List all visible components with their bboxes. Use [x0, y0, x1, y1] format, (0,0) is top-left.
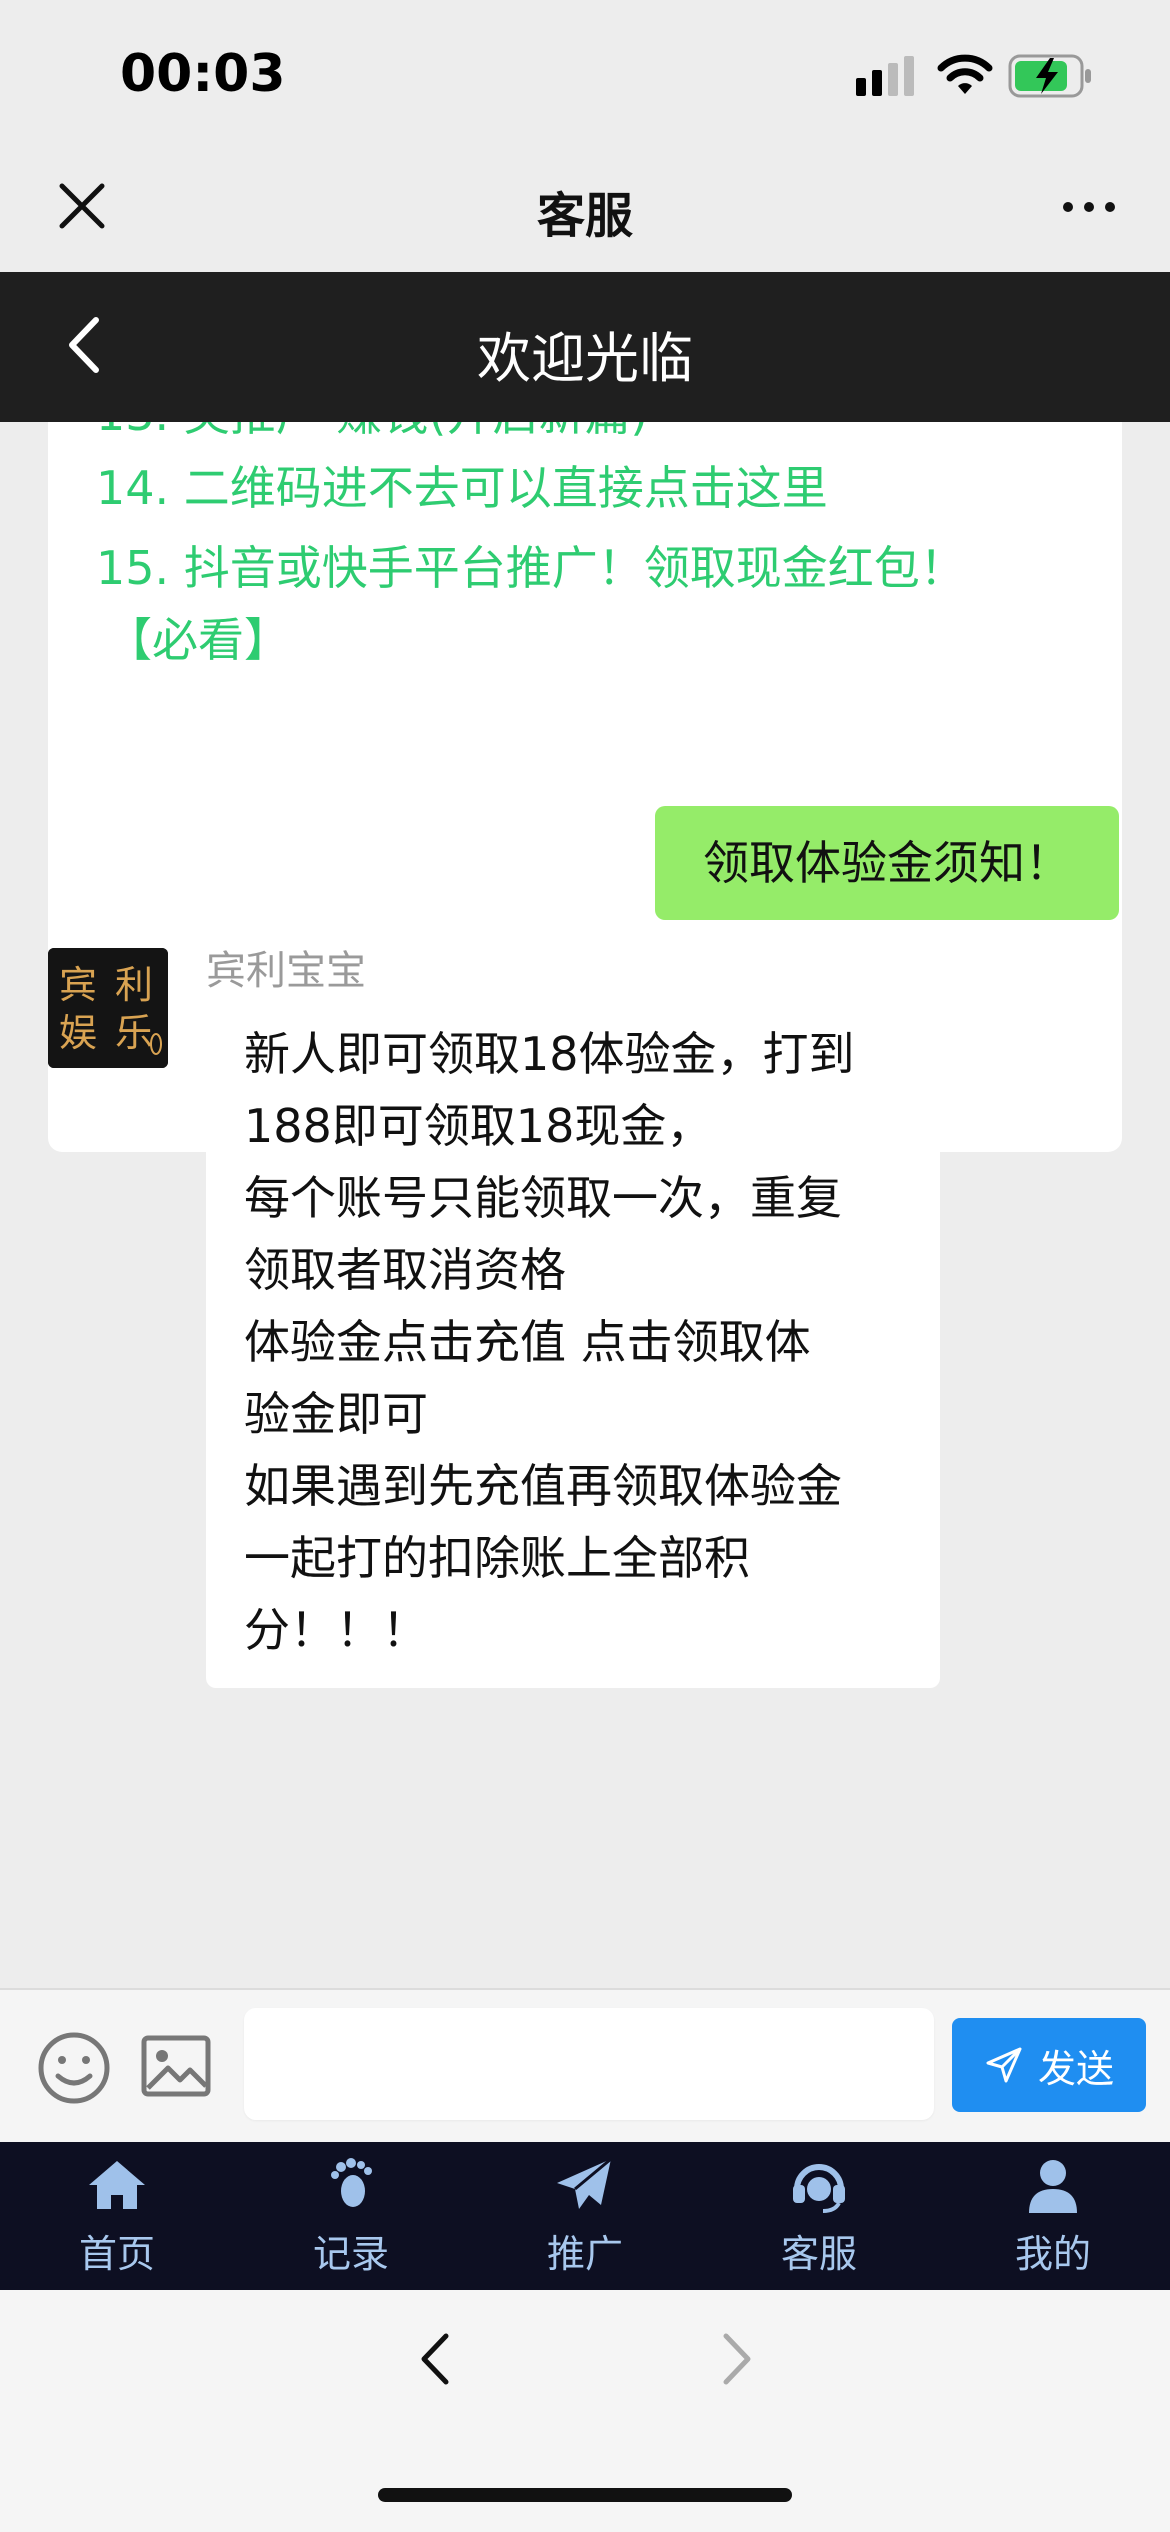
tab-label: 记录: [312, 2231, 389, 2276]
tab-me[interactable]: 我的: [936, 2142, 1170, 2290]
chat-area[interactable]: 13. 英推广 赚钱(开启新篇) 14. 二维码进不去可以直接点击这里 15. …: [0, 422, 1170, 1988]
home-indicator: [378, 2488, 792, 2502]
tab-label: 我的: [1014, 2231, 1091, 2276]
wechat-title: 客服: [536, 188, 633, 244]
send-arrow-icon: [986, 2047, 1022, 2083]
tab-home[interactable]: 首页: [0, 2142, 234, 2290]
incoming-message-text: 新人即可领取18体验金，打到 188即可领取18现金， 每个账号只能领取一次，重…: [244, 1027, 855, 1657]
user-icon: [1029, 2159, 1077, 2213]
menu-item-13-partial[interactable]: 13. 英推广 赚钱(开启新篇): [96, 422, 1056, 450]
footprint-icon: [331, 2157, 372, 2207]
avatar-char: 利: [115, 963, 153, 1007]
page-title: 欢迎光临: [477, 327, 693, 390]
tab-records[interactable]: 记录: [234, 2142, 468, 2290]
menu-item-14[interactable]: 14. 二维码进不去可以直接点击这里: [96, 452, 1056, 524]
menu-item-15-tag[interactable]: 【必看】: [106, 604, 1066, 676]
image-icon[interactable]: [140, 2034, 212, 2098]
wifi-icon: [937, 54, 993, 94]
menu-item-15[interactable]: 15. 抖音或快手平台推广！领取现金红包！: [96, 532, 1056, 604]
outgoing-message: 领取体验金须知！: [655, 806, 1119, 920]
headset-icon: [793, 2163, 845, 2213]
send-button[interactable]: 发送: [952, 2018, 1146, 2112]
tab-label: 客服: [780, 2231, 857, 2276]
nav-forward-icon[interactable]: [712, 2324, 762, 2394]
tab-label: 推广: [546, 2231, 623, 2276]
bottom-tab-bar: 首页 记录 推广 客服 我的: [0, 2142, 1170, 2290]
avatar-char: 娱: [59, 1011, 97, 1055]
status-time: 00:03: [120, 44, 286, 104]
nav-back-icon[interactable]: [410, 2324, 460, 2394]
message-input[interactable]: [244, 2008, 934, 2120]
battery-charging-icon: [1008, 54, 1091, 98]
avatar-char: 乐: [115, 1011, 153, 1055]
send-label: 发送: [1037, 2046, 1114, 2091]
home-icon: [89, 2160, 145, 2209]
sender-name: 宾利宝宝: [206, 948, 366, 994]
tab-label: 首页: [78, 2231, 155, 2276]
paper-plane-icon: [557, 2157, 612, 2209]
tab-promote[interactable]: 推广: [468, 2142, 702, 2290]
emoji-icon[interactable]: [36, 2030, 112, 2106]
more-dots-icon[interactable]: [1060, 192, 1118, 222]
avatar-char: 宾: [59, 963, 97, 1007]
cellular-signal-icon: [856, 56, 914, 96]
avatar[interactable]: 宾 利 娱 乐: [48, 948, 168, 1068]
tab-customer-service[interactable]: 客服: [702, 2142, 936, 2290]
incoming-message: 新人即可领取18体验金，打到 188即可领取18现金， 每个账号只能领取一次，重…: [206, 998, 940, 1688]
